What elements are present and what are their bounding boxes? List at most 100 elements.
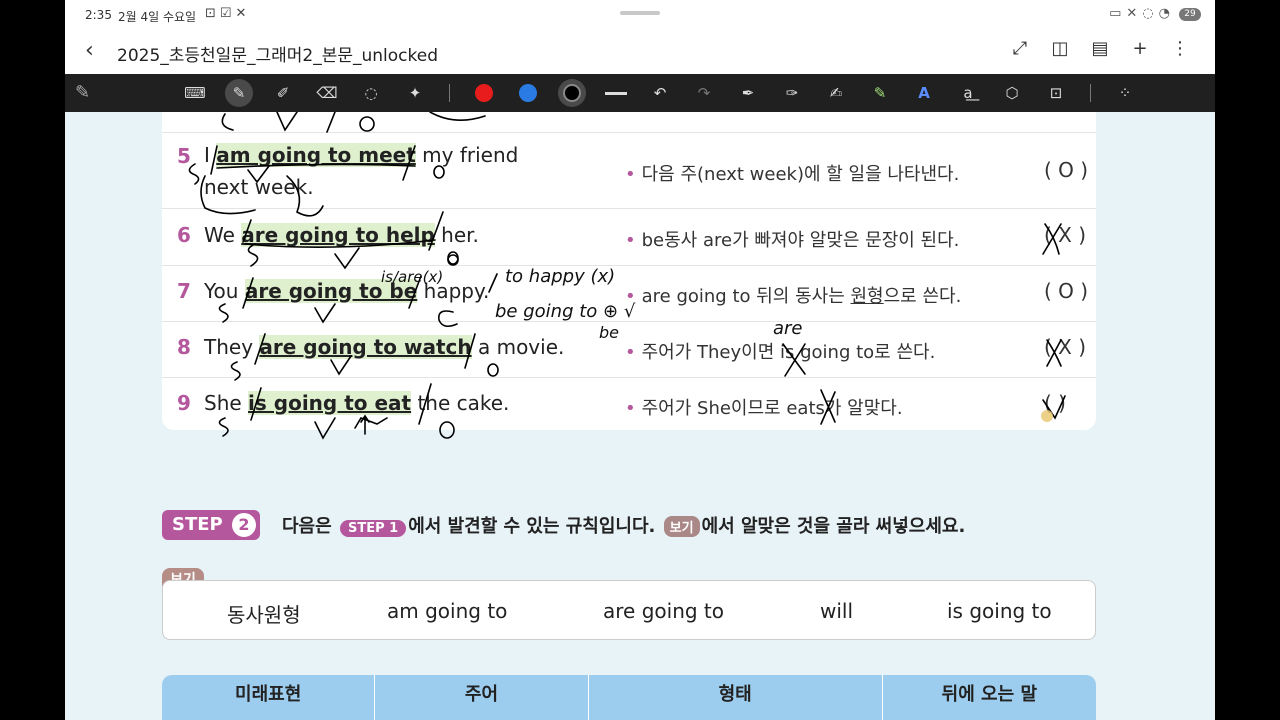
status-date: 2월 4일 수요일 bbox=[118, 10, 197, 24]
explanation-underlined: 원형 bbox=[850, 286, 884, 307]
undo-icon[interactable]: ↶ bbox=[646, 79, 674, 107]
black-swatch bbox=[563, 84, 581, 102]
explanation-text-end: 으로 쓴다. bbox=[883, 286, 962, 307]
battery-icon: 29 bbox=[1179, 8, 1201, 21]
text-box-icon[interactable]: a͟ bbox=[954, 79, 982, 107]
drag-handle[interactable] bbox=[620, 11, 660, 15]
stroke-line bbox=[605, 91, 627, 95]
bullet-dot: • bbox=[625, 230, 636, 251]
explanation-text: 주어가 She이므로 eats가 알맞다. bbox=[641, 398, 903, 419]
stroke-width-icon[interactable] bbox=[602, 79, 630, 107]
keyboard-icon[interactable]: ⌨ bbox=[181, 79, 209, 107]
row-sentence: I am going to meet my friend next week. bbox=[204, 139, 518, 203]
sentence-end: her. bbox=[434, 223, 479, 247]
more-options-icon[interactable]: ⋮ bbox=[1169, 38, 1191, 59]
explanation-text: 다음 주(next week)에 할 일을 나타낸다. bbox=[641, 164, 960, 185]
bogi-option: will bbox=[820, 599, 854, 623]
toolbar-divider bbox=[449, 84, 450, 102]
row-number: 8 bbox=[177, 335, 191, 359]
document-title: 2025_초등천일문_그래머2_본문_unlocked bbox=[117, 46, 438, 66]
bogi-options-box: 동사원형 am going to are going to will is go… bbox=[162, 580, 1096, 640]
row-explanation: • be동사 are가 빠져야 알맞은 문장이 된다. bbox=[625, 226, 959, 252]
row-number: 7 bbox=[177, 279, 191, 303]
rules-table-header: 미래표현 주어 형태 뒤에 오는 말 bbox=[162, 675, 1096, 720]
status-time: 2:35 bbox=[85, 8, 112, 22]
sentence-start: I bbox=[204, 143, 217, 167]
bogi-option: am going to bbox=[387, 599, 508, 623]
answer-box[interactable]: ( ) bbox=[1044, 391, 1066, 415]
status-bar: 2:35 2월 4일 수요일 ⊡☑✕ ▭✕◌◔ 29 bbox=[65, 0, 1215, 32]
answer-box[interactable]: ( O ) bbox=[1044, 279, 1088, 303]
highlighter-icon[interactable]: ✐ bbox=[269, 79, 297, 107]
grid-menu-icon[interactable]: ⁘ bbox=[1111, 79, 1139, 107]
pen-tool-icon[interactable]: ✎ bbox=[225, 79, 253, 107]
step1-mini-badge: STEP 1 bbox=[339, 520, 407, 537]
sentence-line2: next week. bbox=[204, 175, 314, 199]
magic-select-icon[interactable]: ✦ bbox=[401, 79, 429, 107]
pen-mode-icon[interactable]: ✎ bbox=[75, 82, 90, 103]
bogi-option: are going to bbox=[603, 599, 724, 623]
document-page[interactable]: 5 I am going to meet my friend next week.… bbox=[65, 112, 1215, 720]
row-explanation: • 주어가 They이면 is going to로 쓴다. bbox=[625, 338, 935, 364]
sentence-end: happy. bbox=[417, 279, 490, 303]
brush-pen-icon[interactable]: ✑ bbox=[778, 79, 806, 107]
bullet-dot: • bbox=[625, 342, 636, 363]
sentence-start: They bbox=[204, 335, 260, 359]
expand-icon[interactable]: ⤢ bbox=[1009, 38, 1031, 59]
highlighted-phrase: are going to be bbox=[244, 279, 418, 303]
row-divider bbox=[162, 265, 1096, 266]
row-number: 5 bbox=[177, 144, 191, 168]
explanation-text: be동사 are가 빠져야 알맞은 문장이 된다. bbox=[641, 230, 960, 251]
book-view-icon[interactable]: ◫ bbox=[1049, 38, 1071, 59]
redo-icon[interactable]: ↷ bbox=[690, 79, 718, 107]
highlighted-phrase: am going to meet bbox=[216, 143, 416, 167]
row-explanation: • 주어가 She이므로 eats가 알맞다. bbox=[625, 394, 903, 420]
answer-box[interactable]: ( X ) bbox=[1044, 335, 1086, 359]
step2-text-a: 다음은 bbox=[282, 516, 332, 537]
row-sentence: We are going to help her. bbox=[204, 219, 479, 251]
table-header-cell: 뒤에 오는 말 bbox=[941, 684, 1038, 705]
color-red-button[interactable] bbox=[470, 79, 498, 107]
sentence-start: We bbox=[204, 223, 242, 247]
explanation-text: are going to 뒤의 동사는 bbox=[641, 286, 851, 307]
add-icon[interactable]: + bbox=[1129, 38, 1151, 59]
row-sentence: They are going to watch a movie. bbox=[204, 331, 564, 363]
row-divider bbox=[162, 208, 1096, 209]
answer-box[interactable]: ( X ) bbox=[1044, 223, 1086, 247]
lock-icon[interactable]: ⊡ bbox=[1042, 79, 1070, 107]
bullet-dot: • bbox=[625, 398, 636, 419]
text-style-icon[interactable]: A bbox=[910, 79, 938, 107]
drawing-toolbar: ✎ ⌨ ✎ ✐ ⌫ ◌ ✦ ↶ ↷ ✒ ✑ ✍ ✎ A a͟ ⬡ ⊡ ⁘ bbox=[65, 74, 1215, 112]
page-settings-icon[interactable]: ▤ bbox=[1089, 38, 1111, 59]
sentence-end: my friend bbox=[415, 143, 519, 167]
row-number: 9 bbox=[177, 391, 191, 415]
step-label: STEP bbox=[172, 514, 223, 535]
row-sentence: You are going to be happy. bbox=[204, 275, 489, 307]
sentence-end: a movie. bbox=[471, 335, 565, 359]
bullet-dot: • bbox=[625, 286, 636, 307]
bogi-option: 동사원형 bbox=[227, 603, 301, 627]
step2-badge: STEP 2 bbox=[162, 510, 260, 540]
highlighted-phrase: is going to eat bbox=[248, 391, 412, 415]
toolbar-divider-2 bbox=[1090, 84, 1091, 102]
step2-text: 다음은 STEP 1 에서 발견할 수 있는 규칙입니다. 보기 에서 알맞은 것을… bbox=[282, 512, 965, 538]
table-header-cell: 형태 bbox=[589, 675, 883, 720]
shapes-icon[interactable]: ⬡ bbox=[998, 79, 1026, 107]
highlighted-phrase: are going to help bbox=[241, 223, 435, 247]
color-blue-button[interactable] bbox=[514, 79, 542, 107]
lasso-icon[interactable]: ◌ bbox=[357, 79, 385, 107]
table-header-cell: 주어 bbox=[375, 675, 589, 720]
answer-box[interactable]: ( O ) bbox=[1044, 158, 1088, 182]
row-sentence: She is going to eat the cake. bbox=[204, 387, 509, 419]
marker-icon[interactable]: ✎ bbox=[866, 79, 894, 107]
fountain-pen-icon[interactable]: ✒ bbox=[734, 79, 762, 107]
eraser-icon[interactable]: ⌫ bbox=[313, 79, 341, 107]
step2-text-c: 에서 알맞은 것을 골라 써넣으세요. bbox=[701, 516, 966, 537]
sentence-start: She bbox=[204, 391, 249, 415]
back-arrow-icon[interactable]: ‹ bbox=[85, 38, 94, 63]
blue-swatch bbox=[519, 84, 537, 102]
mini-step-label: STEP bbox=[347, 521, 385, 536]
text-pen-icon[interactable]: ✍ bbox=[822, 79, 850, 107]
color-black-button[interactable] bbox=[558, 79, 586, 107]
row-explanation: • 다음 주(next week)에 할 일을 나타낸다. bbox=[625, 160, 959, 186]
